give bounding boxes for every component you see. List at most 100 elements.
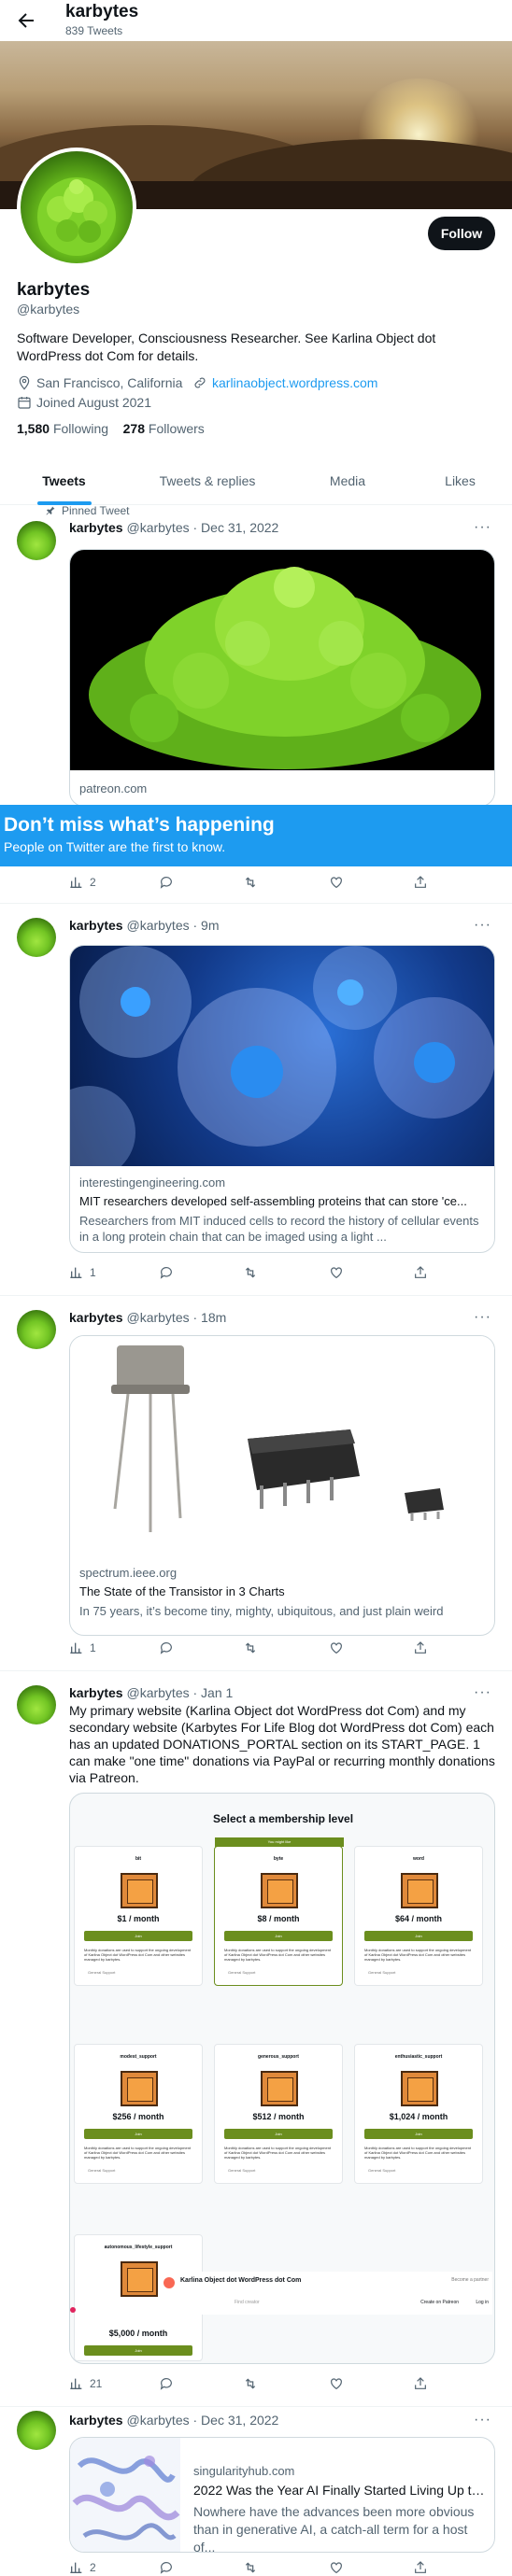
join-button[interactable]: Join: [224, 2129, 333, 2139]
reply-button[interactable]: [159, 875, 174, 890]
views-button[interactable]: 21: [69, 2376, 102, 2391]
tweet-avatar[interactable]: [17, 1685, 56, 1724]
patreon-search[interactable]: Find creator: [235, 2300, 260, 2305]
membership-title: Select a membership level: [212, 1812, 354, 1825]
create-on-patreon-link[interactable]: Create on Patreon: [420, 2300, 459, 2305]
tab-tweets[interactable]: Tweets: [0, 456, 128, 505]
join-button[interactable]: Join: [84, 2345, 192, 2356]
tweet-time[interactable]: · Dec 31, 2022: [193, 520, 279, 535]
share-button[interactable]: [413, 875, 428, 890]
share-button[interactable]: [413, 1265, 428, 1280]
tweet-avatar[interactable]: [17, 2411, 56, 2450]
card-description: Nowhere have the advances been more obvi…: [193, 2504, 475, 2553]
link-card[interactable]: spectrum.ieee.org The State of the Trans…: [69, 1335, 495, 1636]
tweet-author-name[interactable]: karbytes: [69, 1310, 123, 1325]
tweet-author-name[interactable]: karbytes: [69, 918, 123, 933]
tweet-author-name[interactable]: karbytes: [69, 520, 123, 535]
views-icon: [70, 1642, 82, 1654]
tab-likes[interactable]: Likes: [408, 456, 512, 505]
cube-icon: [121, 2071, 158, 2106]
views-button[interactable]: 1: [69, 1265, 96, 1280]
tweet-time[interactable]: · Dec 31, 2022: [193, 2413, 279, 2428]
join-button[interactable]: Join: [84, 2129, 192, 2139]
profile-location: San Francisco, California: [17, 375, 182, 390]
dont-miss-banner: Don’t miss what’s happening People on Tw…: [0, 805, 512, 866]
tweet-author-handle[interactable]: @karbytes: [126, 2413, 189, 2428]
tier-name: byte: [273, 1856, 284, 1862]
tweet-author-handle[interactable]: @karbytes: [126, 520, 189, 535]
join-button[interactable]: Join: [224, 1931, 333, 1941]
retweet-button[interactable]: [243, 1265, 258, 1280]
profile-avatar[interactable]: [17, 148, 136, 267]
retweet-button[interactable]: [243, 875, 258, 890]
tier-footer: General Support: [368, 1970, 396, 1975]
join-button[interactable]: Join: [364, 1931, 473, 1941]
reply-button[interactable]: [159, 1265, 174, 1280]
tweet-avatar[interactable]: [17, 521, 56, 560]
views-button[interactable]: 1: [69, 1640, 96, 1655]
more-options-icon[interactable]: ···: [474, 1309, 491, 1326]
become-creator-link[interactable]: Become a partner: [451, 2277, 489, 2283]
like-button[interactable]: [329, 1640, 344, 1655]
pinned-indicator: Pinned Tweet: [45, 504, 130, 517]
link-card[interactable]: interestingengineering.com MIT researche…: [69, 945, 495, 1253]
reply-button[interactable]: [159, 1640, 174, 1655]
link-card[interactable]: patreon.com: [69, 549, 495, 807]
retweet-button[interactable]: [243, 2560, 258, 2575]
membership-card[interactable]: Select a membership level bit $1 / month…: [69, 1793, 495, 2364]
tweet-avatar[interactable]: [17, 918, 56, 957]
like-button[interactable]: [329, 2376, 344, 2391]
follow-button[interactable]: Follow: [428, 217, 495, 250]
tab-tweets-replies[interactable]: Tweets & replies: [128, 456, 287, 505]
tab-label: Tweets & replies: [159, 472, 256, 488]
tweet-author-name[interactable]: karbytes: [69, 2413, 123, 2428]
romanesco-image: [37, 177, 116, 256]
tweet-author-name[interactable]: karbytes: [69, 1685, 123, 1700]
join-button[interactable]: Join: [84, 1931, 192, 1941]
share-button[interactable]: [413, 2376, 428, 2391]
tier-price: $512 / month: [252, 2112, 305, 2121]
reply-button[interactable]: [159, 2376, 174, 2391]
tweet-time[interactable]: · Jan 1: [193, 1685, 234, 1700]
tweet-header: karbytes @karbytes · Jan 1: [69, 1685, 233, 1700]
tweet-avatar[interactable]: [17, 1310, 56, 1349]
tweet-time[interactable]: · 18m: [193, 1310, 227, 1325]
tweet-author-handle[interactable]: @karbytes: [126, 1685, 189, 1700]
website-link[interactable]: karlinaobject.wordpress.com: [212, 375, 377, 390]
following-link[interactable]: 1,580 Following: [17, 421, 108, 436]
retweet-button[interactable]: [243, 1640, 258, 1655]
tweet-author-handle[interactable]: @karbytes: [126, 1310, 189, 1325]
views-button[interactable]: 2: [69, 2560, 96, 2575]
like-button[interactable]: [329, 875, 344, 890]
more-options-icon[interactable]: ···: [474, 2412, 491, 2428]
tweet-time[interactable]: · 9m: [193, 918, 220, 933]
login-link[interactable]: Log in: [476, 2300, 489, 2305]
tab-label: Tweets: [42, 472, 86, 488]
more-options-icon[interactable]: ···: [474, 1684, 491, 1701]
patreon-creator-name[interactable]: Karlina Object dot WordPress dot Com: [180, 2277, 301, 2284]
share-button[interactable]: [413, 1640, 428, 1655]
back-arrow-icon[interactable]: [15, 9, 37, 32]
join-button[interactable]: Join: [364, 2129, 473, 2139]
share-icon: [415, 2377, 426, 2389]
views-icon: [70, 1267, 82, 1278]
tweet-actions: 21: [69, 2376, 452, 2395]
views-count: 2: [90, 2561, 96, 2574]
tab-media[interactable]: Media: [287, 456, 408, 505]
profile-website[interactable]: karlinaobject.wordpress.com: [192, 375, 377, 390]
like-button[interactable]: [329, 2560, 344, 2575]
header-name: karbytes: [65, 2, 139, 21]
views-icon: [70, 877, 82, 888]
retweet-icon: [245, 1642, 256, 1654]
views-button[interactable]: 2: [69, 875, 96, 890]
like-button[interactable]: [329, 1265, 344, 1280]
followers-link[interactable]: 278 Followers: [123, 421, 205, 436]
tweet-author-handle[interactable]: @karbytes: [126, 918, 189, 933]
link-card[interactable]: singularityhub.com 2022 Was the Year AI …: [69, 2437, 495, 2553]
reply-button[interactable]: [159, 2560, 174, 2575]
more-options-icon[interactable]: ···: [474, 917, 491, 934]
retweet-button[interactable]: [243, 2376, 258, 2391]
share-button[interactable]: [413, 2560, 428, 2575]
tier-footer: General Support: [228, 2168, 256, 2173]
more-options-icon[interactable]: ···: [474, 519, 491, 536]
